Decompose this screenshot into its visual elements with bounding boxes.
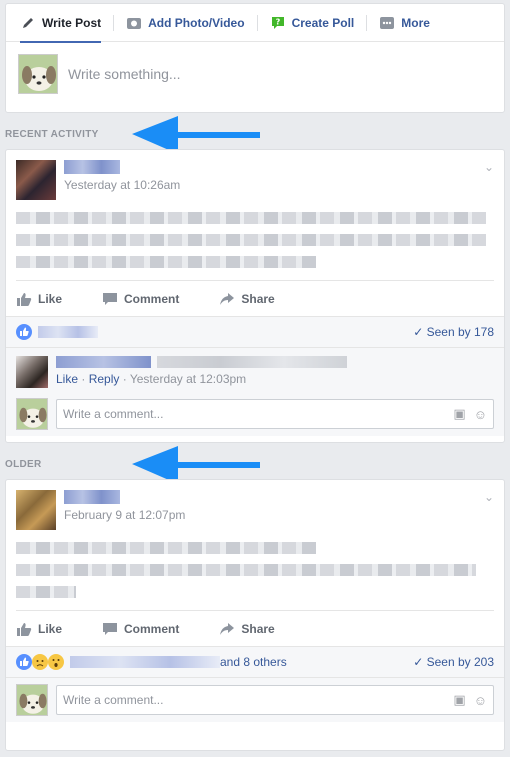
reactions-row: ✓ Seen by 178 xyxy=(6,317,504,347)
like-label: Like xyxy=(38,621,63,636)
post-card: February 9 at 12:07pm ⌄ Like Comment Sha… xyxy=(5,479,505,751)
tab-label: More xyxy=(401,15,430,30)
comment-placeholder: Write a comment... xyxy=(63,407,164,421)
section-label-recent: RECENT ACTIVITY xyxy=(5,129,99,140)
comment-input[interactable]: Write a comment... ▣ ☺ xyxy=(56,685,494,715)
chevron-down-icon[interactable]: ⌄ xyxy=(484,490,494,504)
composer-input-row[interactable]: Write something... xyxy=(6,42,504,106)
avatar xyxy=(16,398,48,430)
post-header: February 9 at 12:07pm ⌄ xyxy=(6,480,504,530)
avatar xyxy=(16,684,48,716)
share-icon xyxy=(220,292,235,305)
divider xyxy=(113,14,115,31)
svg-text:?: ? xyxy=(275,17,280,26)
share-button[interactable]: Share xyxy=(219,291,275,306)
tab-add-photo-video[interactable]: Add Photo/Video xyxy=(118,4,252,42)
comment-timestamp[interactable]: Yesterday at 12:03pm xyxy=(130,372,246,386)
seen-by-label: Seen by 203 xyxy=(426,655,494,669)
camera-icon[interactable]: ▣ xyxy=(453,406,465,422)
avatar[interactable] xyxy=(16,160,56,200)
composer-placeholder[interactable]: Write something... xyxy=(68,66,181,82)
tab-more[interactable]: More xyxy=(371,4,438,42)
share-label: Share xyxy=(241,291,275,306)
emoji-icon[interactable]: ☺ xyxy=(474,407,487,422)
divider xyxy=(256,14,258,31)
avatar[interactable] xyxy=(16,490,56,530)
reactions-row: and 8 others ✓ Seen by 203 xyxy=(6,647,504,677)
post-timestamp[interactable]: Yesterday at 10:26am xyxy=(64,178,180,192)
reactors-names[interactable] xyxy=(38,326,98,338)
like-reaction-icon[interactable] xyxy=(16,654,32,670)
section-label-older: OLDER xyxy=(5,459,42,470)
like-label: Like xyxy=(38,291,63,306)
post-text xyxy=(16,212,494,268)
seen-by[interactable]: ✓ Seen by 178 xyxy=(413,325,494,339)
post-card: Yesterday at 10:26am ⌄ Like Comment Shar… xyxy=(5,149,505,443)
commenter-avatar[interactable] xyxy=(16,356,48,388)
poll-icon: ? xyxy=(271,16,284,29)
avatar xyxy=(18,54,58,94)
composer-tabs: Write Post Add Photo/Video ? Create Poll… xyxy=(6,4,504,43)
camera-icon[interactable]: ▣ xyxy=(453,692,465,708)
like-reaction-icon[interactable] xyxy=(16,324,32,340)
pencil-icon xyxy=(23,17,33,28)
comment-label: Comment xyxy=(124,621,180,636)
divider xyxy=(366,14,368,31)
post-footer: ✓ Seen by 178 Like · Reply · Yesterday a… xyxy=(6,316,504,436)
post-timestamp[interactable]: February 9 at 12:07pm xyxy=(64,508,185,522)
commenter-name[interactable] xyxy=(56,356,151,368)
tab-label: Add Photo/Video xyxy=(148,15,245,30)
sad-reaction-icon[interactable] xyxy=(32,654,48,670)
seen-by-label: Seen by 178 xyxy=(426,325,494,339)
post-footer: and 8 others ✓ Seen by 203 Write a comme… xyxy=(6,646,504,722)
comment-button[interactable]: Comment xyxy=(102,292,179,306)
reactors-others[interactable]: and 8 others xyxy=(220,655,287,669)
share-label: Share xyxy=(241,621,275,636)
tab-write-post[interactable]: Write Post xyxy=(12,4,109,43)
emoji-icon[interactable]: ☺ xyxy=(474,693,487,708)
tab-label: Create Poll xyxy=(291,15,355,30)
like-button[interactable]: Like xyxy=(16,292,62,306)
comment-icon xyxy=(103,622,118,635)
author-name[interactable] xyxy=(64,160,120,174)
post-actions: Like Comment Share xyxy=(16,280,494,316)
comment-text xyxy=(157,356,347,368)
more-icon xyxy=(380,16,395,29)
share-button[interactable]: Share xyxy=(219,621,275,636)
comment: Like · Reply · Yesterday at 12:03pm xyxy=(6,347,504,392)
post-actions: Like Comment Share xyxy=(16,610,494,646)
wow-reaction-icon[interactable] xyxy=(48,654,64,670)
comment-placeholder: Write a comment... xyxy=(63,693,164,707)
reactors-names[interactable] xyxy=(70,656,220,668)
like-button[interactable]: Like xyxy=(16,622,62,636)
post-header: Yesterday at 10:26am ⌄ xyxy=(6,150,504,200)
comment-button[interactable]: Comment xyxy=(102,622,179,636)
share-icon xyxy=(220,622,235,635)
comment-reply-link[interactable]: Reply xyxy=(89,372,120,386)
comment-composer: Write a comment... ▣ ☺ xyxy=(6,392,504,436)
seen-by[interactable]: ✓ Seen by 203 xyxy=(413,655,494,669)
comment-like-link[interactable]: Like xyxy=(56,372,78,386)
author-name[interactable] xyxy=(64,490,120,504)
separator-dot: · xyxy=(122,372,127,386)
comment-icon xyxy=(103,292,118,305)
comment-input[interactable]: Write a comment... ▣ ☺ xyxy=(56,399,494,429)
tab-label: Write Post xyxy=(42,15,102,30)
thumbs-up-icon xyxy=(17,292,32,306)
comment-composer: Write a comment... ▣ ☺ xyxy=(6,677,504,722)
composer-card: Write Post Add Photo/Video ? Create Poll… xyxy=(5,3,505,113)
chevron-down-icon[interactable]: ⌄ xyxy=(484,160,494,174)
tab-create-poll[interactable]: ? Create Poll xyxy=(262,4,363,42)
thumbs-up-icon xyxy=(17,622,32,636)
camera-icon xyxy=(127,17,142,29)
comment-label: Comment xyxy=(124,291,180,306)
separator-dot: · xyxy=(81,372,86,386)
post-text xyxy=(16,542,494,598)
